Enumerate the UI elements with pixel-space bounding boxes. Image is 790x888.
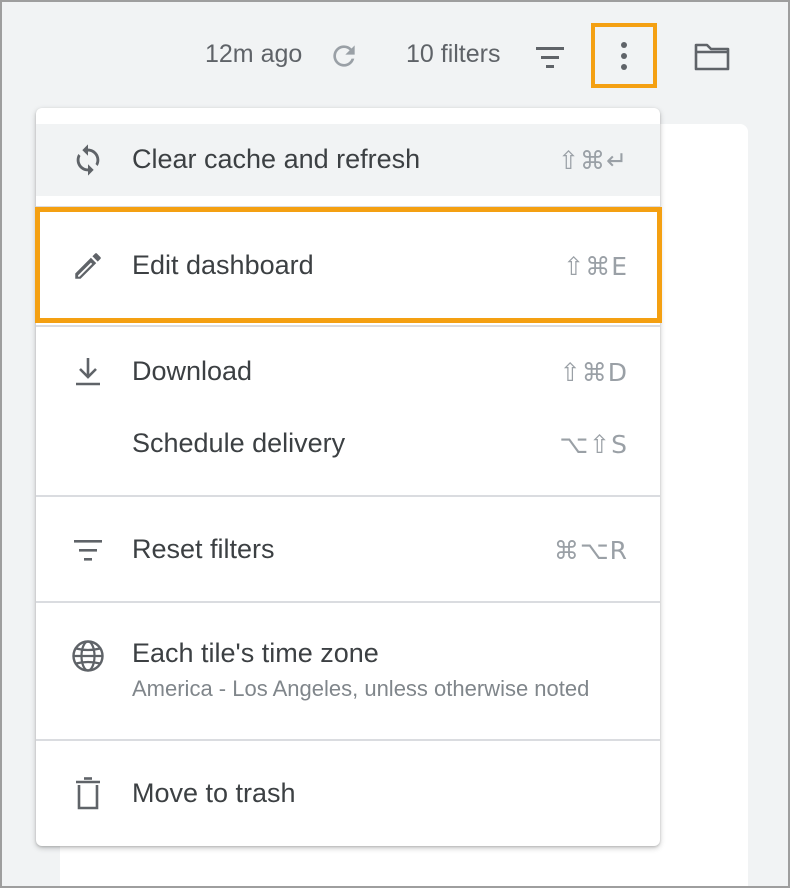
sync-icon (68, 140, 108, 180)
menu-item-edit-dashboard[interactable]: Edit dashboard ⇧⌘E (36, 230, 660, 302)
menu-item-label: Clear cache and refresh (132, 144, 421, 174)
menu-item-schedule-delivery[interactable]: Schedule delivery ⌥⇧S (36, 408, 660, 480)
menu-item-shortcut: ⌘⌥R (553, 536, 628, 565)
filters-count[interactable]: 10 filters (406, 40, 500, 69)
filter-list-icon (68, 530, 108, 570)
menu-divider (36, 206, 660, 208)
dashboard-header: 12m ago 10 filters (0, 0, 790, 110)
filters-button[interactable] (530, 40, 570, 74)
menu-item-label: Edit dashboard (132, 250, 314, 280)
refresh-icon (333, 45, 355, 67)
menu-item-clear-cache[interactable]: Clear cache and refresh ⇧⌘↵ (36, 124, 660, 196)
menu-divider (36, 739, 660, 741)
globe-icon (68, 636, 108, 676)
refresh-button[interactable] (326, 38, 362, 74)
menu-item-label: Download (132, 356, 253, 386)
menu-item-shortcut: ⇧⌘E (563, 252, 628, 281)
pencil-icon (68, 246, 108, 286)
menu-item-label: Schedule delivery (132, 428, 346, 458)
folder-button[interactable] (692, 38, 732, 74)
more-vert-icon (621, 41, 627, 70)
download-icon (68, 352, 108, 392)
menu-item-label: Each tile's time zone (132, 638, 379, 668)
menu-item-label: Move to trash (132, 778, 296, 808)
folder-icon (694, 43, 730, 71)
time-zone-value: America - Los Angeles, unless otherwise … (132, 676, 590, 701)
menu-item-shortcut: ⇧⌘D (559, 358, 628, 387)
menu-item-reset-filters[interactable]: Reset filters ⌘⌥R (36, 514, 660, 586)
more-options-button[interactable] (591, 23, 657, 88)
menu-divider (36, 601, 660, 603)
trash-icon (68, 774, 108, 814)
menu-item-shortcut: ⌥⇧S (559, 430, 628, 459)
dashboard-options-menu: Clear cache and refresh ⇧⌘↵ Edit dashboa… (36, 108, 660, 846)
menu-divider (36, 325, 660, 327)
menu-item-download[interactable]: Download ⇧⌘D (36, 336, 660, 408)
menu-item-label: Reset filters (132, 534, 275, 564)
last-updated-text: 12m ago (205, 40, 303, 68)
menu-item-move-to-trash[interactable]: Move to trash (36, 758, 660, 830)
menu-item-time-zone[interactable]: Each tile's time zone America - Los Ange… (36, 620, 660, 732)
filter-list-icon (536, 47, 564, 68)
menu-item-shortcut: ⇧⌘↵ (558, 146, 628, 175)
menu-divider (36, 495, 660, 497)
